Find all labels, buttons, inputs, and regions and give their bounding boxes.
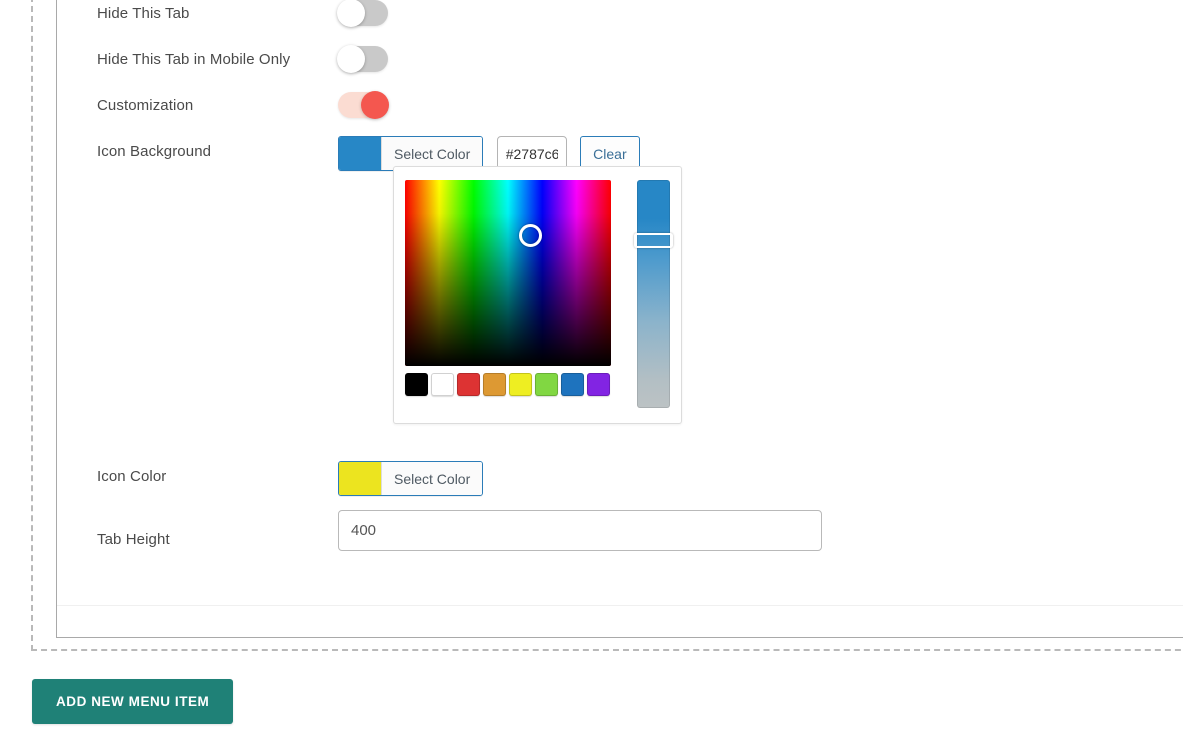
icon-background-swatch bbox=[339, 137, 381, 170]
iris-picker-handle[interactable] bbox=[518, 223, 542, 247]
tab-height-input[interactable] bbox=[338, 510, 822, 551]
palette-swatch-blue[interactable] bbox=[561, 373, 584, 396]
iris-saturation-value-square[interactable] bbox=[405, 180, 611, 366]
palette-swatch-white[interactable] bbox=[431, 373, 454, 396]
add-new-menu-item-button[interactable]: Add New Menu Item bbox=[32, 679, 234, 724]
label-icon-color: Icon Color bbox=[97, 468, 167, 485]
control-tab-height bbox=[338, 510, 822, 551]
page-root: Hide This Tab Hide This Tab in Mobile On… bbox=[0, 0, 1183, 731]
label-hide-this-tab-mobile: Hide This Tab in Mobile Only bbox=[97, 51, 291, 68]
iris-color-picker[interactable] bbox=[393, 166, 682, 424]
control-icon-color: Select Color bbox=[338, 461, 484, 496]
toggle-knob bbox=[337, 45, 365, 73]
toggle-knob bbox=[337, 0, 365, 27]
panel-bottom-separator bbox=[57, 605, 1183, 606]
label-hide-this-tab: Hide This Tab bbox=[97, 5, 190, 22]
icon-color-swatch bbox=[339, 462, 381, 495]
palette-swatch-purple[interactable] bbox=[587, 373, 610, 396]
palette-swatch-yellow[interactable] bbox=[509, 373, 532, 396]
label-tab-height: Tab Height bbox=[97, 531, 170, 548]
icon-color-select-color-label: Select Color bbox=[381, 462, 483, 495]
palette-swatch-black[interactable] bbox=[405, 373, 428, 396]
iris-strip-slider[interactable] bbox=[634, 180, 673, 408]
palette-swatch-green[interactable] bbox=[535, 373, 558, 396]
palette-swatch-red[interactable] bbox=[457, 373, 480, 396]
icon-color-select-color-button[interactable]: Select Color bbox=[338, 461, 484, 496]
iris-palette-row bbox=[405, 373, 610, 396]
control-hide-this-tab bbox=[337, 0, 388, 27]
palette-swatch-orange[interactable] bbox=[483, 373, 506, 396]
toggle-customization[interactable] bbox=[338, 91, 389, 119]
toggle-hide-this-tab-mobile[interactable] bbox=[337, 45, 388, 73]
iris-strip-slider-handle[interactable] bbox=[634, 233, 673, 248]
menu-item-settings-panel: Hide This Tab Hide This Tab in Mobile On… bbox=[56, 0, 1183, 638]
label-customization: Customization bbox=[97, 97, 194, 114]
toggle-knob bbox=[361, 91, 389, 119]
toggle-hide-this-tab[interactable] bbox=[337, 0, 388, 27]
iris-value-gradient bbox=[405, 180, 611, 366]
control-hide-this-tab-mobile bbox=[337, 45, 388, 73]
label-icon-background: Icon Background bbox=[97, 143, 212, 160]
control-customization bbox=[338, 91, 389, 119]
